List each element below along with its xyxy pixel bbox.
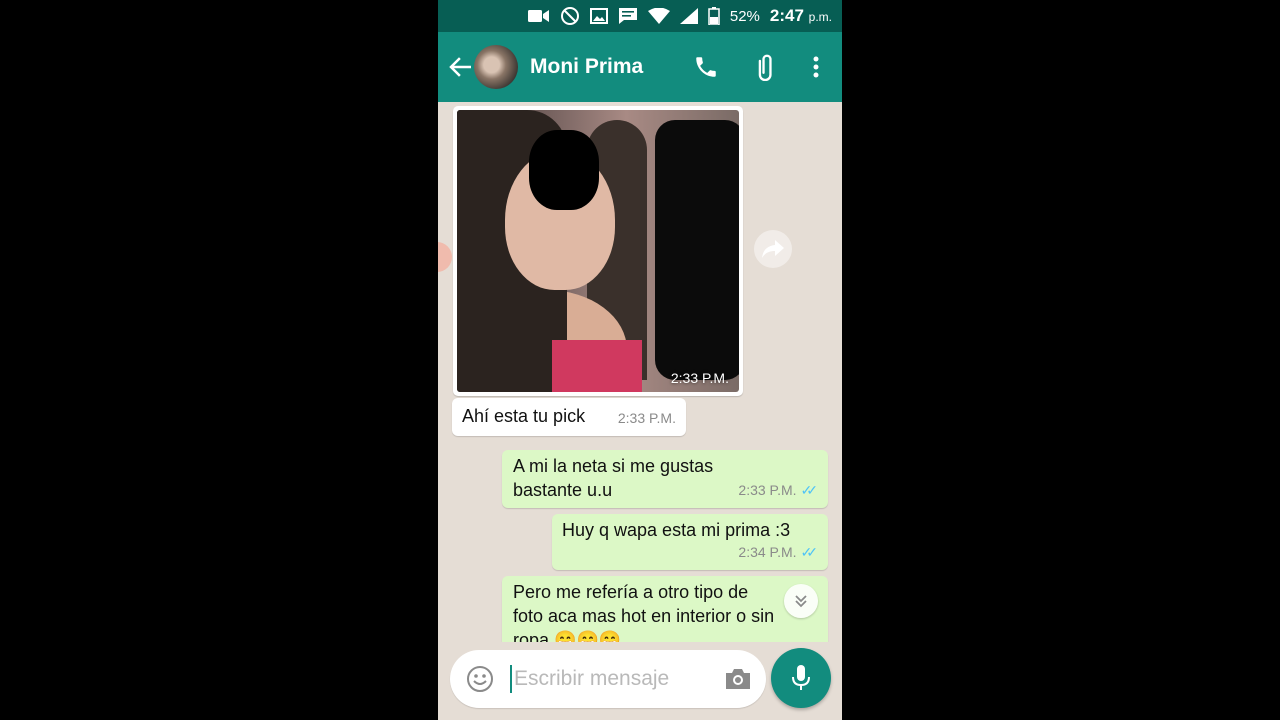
phone-screen: 52% 2:47 p.m. Moni Prima 2:33 P.M. Ahí e…	[438, 0, 842, 720]
scroll-to-bottom-button[interactable]	[784, 584, 818, 618]
emoji-button[interactable]	[450, 650, 510, 708]
text-cursor	[510, 665, 512, 693]
status-bar: 52% 2:47 p.m.	[438, 0, 842, 32]
image-message[interactable]: 2:33 P.M.	[453, 106, 743, 396]
clock: 2:47 p.m.	[770, 6, 832, 26]
arrow-left-icon	[449, 57, 471, 77]
message-meta: 2:33 P.M.	[618, 406, 676, 430]
wifi-icon	[647, 8, 670, 24]
contact-name[interactable]: Moni Prima	[530, 55, 676, 79]
message-line: ropa 😁😁😁	[513, 630, 622, 642]
menu-button[interactable]	[796, 32, 836, 102]
censor-block	[529, 130, 599, 210]
message-input-box[interactable]: Escribir mensaje	[450, 650, 766, 708]
message-time: 2:33 P.M.	[738, 482, 797, 498]
message-time: 2:34 P.M.	[738, 544, 797, 560]
photo[interactable]: 2:33 P.M.	[457, 110, 739, 392]
photo-region	[552, 340, 642, 392]
block-icon	[560, 7, 579, 25]
image-icon	[589, 8, 608, 24]
message-text: Huy q wapa esta mi prima :3	[562, 520, 791, 540]
swipe-indicator	[438, 242, 452, 272]
paperclip-icon	[758, 54, 772, 81]
avatar[interactable]	[474, 45, 518, 89]
phone-icon	[696, 57, 716, 77]
signal-icon	[679, 8, 698, 24]
read-ticks-icon: ✓✓	[800, 482, 819, 498]
battery-percent: 52%	[729, 7, 760, 25]
video-call-icon	[527, 10, 549, 22]
double-chevron-down-icon	[795, 595, 807, 608]
message-bubble-outgoing[interactable]: Pero me refería a otro tipo de foto aca …	[502, 576, 828, 642]
message-text: Ahí esta tu pick	[462, 406, 586, 426]
image-timestamp: 2:33 P.M.	[670, 370, 729, 386]
battery-icon	[708, 7, 720, 25]
more-vert-icon	[813, 56, 819, 78]
chat-header: Moni Prima	[438, 32, 842, 102]
message-line: A mi la neta si me gustas	[513, 456, 714, 476]
read-ticks-icon: ✓✓	[800, 544, 819, 560]
forward-button[interactable]	[754, 230, 792, 268]
message-line: Pero me refería a otro tipo de	[513, 582, 749, 602]
message-bubble-outgoing[interactable]: Huy q wapa esta mi prima :3 2:34 P.M. ✓✓	[552, 514, 828, 570]
message-bubble-outgoing[interactable]: A mi la neta si me gustas bastante u.u 2…	[502, 450, 828, 508]
clock-time: 2:47	[769, 6, 804, 25]
message-input[interactable]: Escribir mensaje	[514, 667, 710, 691]
attach-button[interactable]	[736, 32, 796, 102]
composer: Escribir mensaje	[438, 642, 842, 720]
censor-block	[655, 120, 739, 380]
message-bubble-incoming[interactable]: Ahí esta tu pick 2:33 P.M.	[452, 398, 686, 436]
mic-icon	[792, 665, 810, 690]
message-icon	[618, 8, 637, 24]
camera-button[interactable]	[710, 650, 766, 708]
forward-icon	[762, 240, 784, 258]
message-line: foto aca mas hot en interior o sin	[513, 606, 775, 626]
message-time: 2:33 P.M.	[617, 410, 676, 426]
clock-ampm: p.m.	[808, 10, 832, 24]
message-meta: 2:33 P.M. ✓✓	[738, 478, 818, 502]
chat-area[interactable]: 2:33 P.M. Ahí esta tu pick 2:33 P.M. A m…	[438, 102, 842, 642]
emoji-icon	[467, 666, 493, 692]
call-button[interactable]	[676, 32, 736, 102]
camera-icon	[726, 669, 750, 689]
message-meta: 2:34 P.M. ✓✓	[738, 540, 818, 564]
mic-button[interactable]	[771, 648, 831, 708]
